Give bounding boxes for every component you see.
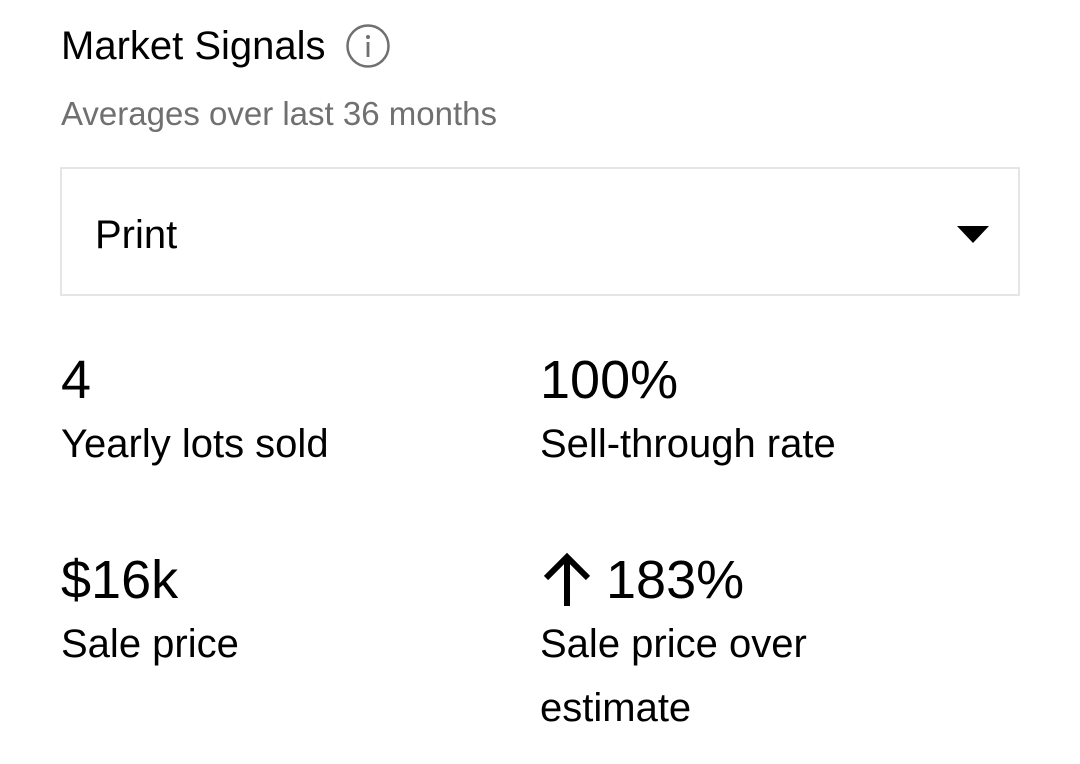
stat-yearly-lots-sold: 4 Yearly lots sold bbox=[61, 348, 481, 476]
section-title: Market Signals bbox=[61, 24, 326, 68]
stat-value: $16k bbox=[61, 550, 179, 610]
stat-label: Sale price bbox=[61, 622, 239, 666]
stat-sell-through-rate: 100% Sell-through rate bbox=[540, 348, 960, 476]
medium-select[interactable]: Print bbox=[60, 167, 1020, 296]
info-icon[interactable] bbox=[345, 24, 390, 68]
stat-label: Yearly lots sold bbox=[61, 422, 329, 466]
arrow-up-icon bbox=[540, 552, 594, 608]
market-signals-header: Market Signals bbox=[61, 22, 390, 70]
stat-value: 183% bbox=[606, 550, 745, 610]
stat-label: Sale price over estimate bbox=[540, 622, 807, 730]
stat-value: 4 bbox=[61, 350, 92, 410]
caret-down-icon bbox=[955, 224, 991, 244]
stat-sale-price: $16k Sale price bbox=[61, 548, 481, 676]
stat-label: Sell-through rate bbox=[540, 422, 836, 466]
stat-sale-price-over-estimate: 183% Sale price over estimate bbox=[540, 548, 870, 740]
stat-value-row: 183% bbox=[540, 548, 870, 612]
stat-value: 100% bbox=[540, 350, 679, 410]
medium-select-value: Print bbox=[95, 213, 178, 257]
section-subtitle: Averages over last 36 months bbox=[61, 95, 497, 132]
